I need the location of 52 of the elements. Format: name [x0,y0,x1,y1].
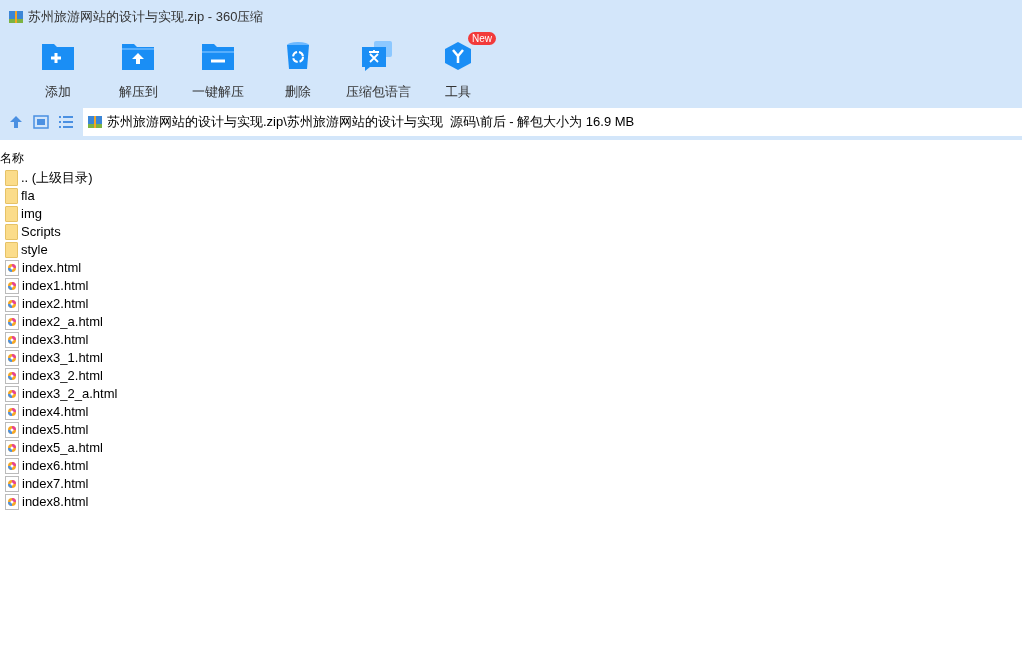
new-badge: New [468,32,496,45]
file-name[interactable]: index.html [22,258,82,278]
html-file-icon [5,314,19,330]
toolbar-button[interactable]: 解压到 [98,40,178,102]
file-name[interactable]: style [21,240,48,260]
file-name[interactable]: index5_a.html [22,438,103,458]
toolbar-button[interactable]: 删除 [258,40,338,102]
file-name[interactable]: fla [21,186,35,206]
window-view-icon[interactable] [33,115,49,129]
file-name[interactable]: index7.html [22,474,89,494]
file-name[interactable]: index2.html [22,294,89,314]
archive-icon [87,114,103,130]
file-name[interactable]: index3_2_a.html [22,384,118,404]
html-file-icon [5,476,19,492]
html-file-icon [5,494,19,510]
file-name[interactable]: index5.html [22,420,89,440]
file-name[interactable]: index8.html [22,492,89,512]
archive-icon [8,9,24,25]
window-title: 苏州旅游网站的设计与实现.zip - 360压缩 [28,8,264,27]
up-arrow-icon[interactable] [8,114,24,130]
file-name[interactable]: index3.html [22,330,89,350]
file-name[interactable]: index1.html [22,276,89,296]
html-file-icon [5,278,19,294]
html-file-icon [5,368,19,384]
file-name[interactable]: index4.html [22,402,89,422]
toolbar-button[interactable]: 一键解压 [178,40,258,102]
html-file-icon [5,440,19,456]
file-name[interactable]: .. (上级目录) [21,168,93,188]
file-name[interactable]: img [21,204,42,224]
toolbar-button[interactable]: 压缩包语言 [338,40,418,102]
folder-icon [5,224,18,240]
file-name[interactable]: index6.html [22,456,89,476]
toolbar-button[interactable]: 添加 [18,40,98,102]
folder-icon [5,188,18,204]
html-file-icon [5,386,19,402]
html-file-icon [5,296,19,312]
html-file-icon [5,458,19,474]
folder-icon [5,170,18,186]
list-view-icon[interactable] [58,115,74,129]
html-file-icon [5,332,19,348]
folder-icon [5,206,18,222]
html-file-icon [5,404,19,420]
html-file-icon [5,422,19,438]
file-name[interactable]: index3_2.html [22,366,103,386]
file-name[interactable]: Scripts [21,222,61,242]
column-header[interactable]: 名称 [0,149,24,167]
folder-icon [5,242,18,258]
file-name[interactable]: index2_a.html [22,312,103,332]
html-file-icon [5,260,19,276]
address-field[interactable]: 苏州旅游网站的设计与实现.zip\苏州旅游网站的设计与实现 源码\前后 - 解包大小为 16.9 MB [83,108,1022,136]
file-name[interactable]: index3_1.html [22,348,103,368]
html-file-icon [5,350,19,366]
